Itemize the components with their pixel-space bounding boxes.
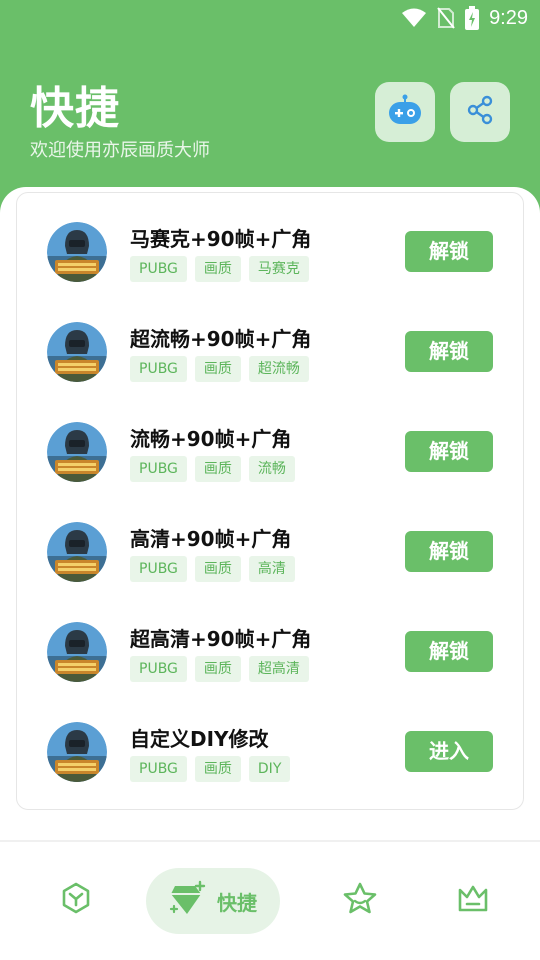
nav-home[interactable] <box>54 878 98 922</box>
tag-badge: PUBG <box>130 256 187 282</box>
tag-badge: PUBG <box>130 556 187 582</box>
game-avatar <box>47 322 107 382</box>
share-button[interactable] <box>450 82 510 142</box>
list-item: 流畅+90帧+广角 PUBG 画质 流畅 解锁 <box>17 393 525 493</box>
game-avatar <box>47 722 107 782</box>
share-icon <box>465 95 495 129</box>
tag-badge: DIY <box>248 756 291 782</box>
status-time: 9:29 <box>489 6 528 29</box>
item-tags: PUBG 画质 马赛克 <box>130 256 309 282</box>
game-avatar <box>47 522 107 582</box>
unlock-button[interactable]: 解锁 <box>405 231 493 272</box>
item-tags: PUBG 画质 超高清 <box>130 656 309 682</box>
tag-badge: 画质 <box>194 656 241 682</box>
hexagon-icon <box>59 881 93 919</box>
preset-list-card: 马赛克+90帧+广角 PUBG 画质 马赛克 解锁 超流畅+90帧+广角 PUBG 画质 超流畅… <box>16 192 524 810</box>
unlock-button[interactable]: 解锁 <box>405 531 493 572</box>
tag-badge: PUBG <box>130 756 187 782</box>
unlock-button[interactable]: 解锁 <box>405 431 493 472</box>
tag-badge: 画质 <box>194 556 241 582</box>
item-tags: PUBG 画质 超流畅 <box>130 356 309 382</box>
game-avatar <box>47 222 107 282</box>
tag-badge: 画质 <box>194 756 241 782</box>
tag-badge: 马赛克 <box>248 256 309 282</box>
tag-badge: 画质 <box>194 256 241 282</box>
header: 9:29 快捷 欢迎使用亦辰画质大师 <box>0 0 540 215</box>
tag-badge: PUBG <box>130 456 187 482</box>
nav-favorites[interactable] <box>338 878 382 922</box>
tag-badge: 画质 <box>194 356 241 382</box>
unlock-button[interactable]: 解锁 <box>405 631 493 672</box>
item-title: 自定义DIY修改 <box>130 727 269 751</box>
page-title: 快捷 <box>30 83 120 134</box>
list-item: 自定义DIY修改 PUBG 画质 DIY 进入 <box>17 693 525 793</box>
list-item: 马赛克+90帧+广角 PUBG 画质 马赛克 解锁 <box>17 193 525 293</box>
wifi-icon <box>401 8 427 28</box>
nav-quick-label: 快捷 <box>217 890 257 915</box>
tag-badge: PUBG <box>130 356 187 382</box>
item-tags: PUBG 画质 流畅 <box>130 456 295 482</box>
game-controller-icon <box>387 93 423 131</box>
bottom-nav: 快捷 <box>0 842 540 960</box>
nav-vip[interactable] <box>451 878 495 922</box>
tag-badge: 画质 <box>194 456 241 482</box>
page-subtitle: 欢迎使用亦辰画质大师 <box>30 140 210 161</box>
tag-badge: 流畅 <box>248 456 295 482</box>
tag-badge: 超高清 <box>248 656 309 682</box>
item-tags: PUBG 画质 高清 <box>130 556 295 582</box>
star-icon <box>342 881 378 919</box>
tag-badge: PUBG <box>130 656 187 682</box>
status-bar: 9:29 <box>0 0 540 36</box>
game-controller-button[interactable] <box>375 82 435 142</box>
diamond-plus-icon <box>169 880 209 922</box>
list-item: 超流畅+90帧+广角 PUBG 画质 超流畅 解锁 <box>17 293 525 393</box>
game-avatar <box>47 422 107 482</box>
item-title: 超高清+90帧+广角 <box>130 627 312 651</box>
nav-quick[interactable]: 快捷 <box>146 868 280 934</box>
no-sim-icon <box>437 7 455 29</box>
item-title: 高清+90帧+广角 <box>130 527 292 551</box>
game-avatar <box>47 622 107 682</box>
item-title: 超流畅+90帧+广角 <box>130 327 312 351</box>
unlock-button[interactable]: 解锁 <box>405 331 493 372</box>
item-tags: PUBG 画质 DIY <box>130 756 291 782</box>
tag-badge: 超流畅 <box>248 356 309 382</box>
battery-charging-icon <box>465 6 480 30</box>
item-title: 马赛克+90帧+广角 <box>130 227 312 251</box>
crown-icon <box>456 882 490 918</box>
enter-button[interactable]: 进入 <box>405 731 493 772</box>
list-item: 超高清+90帧+广角 PUBG 画质 超高清 解锁 <box>17 593 525 693</box>
list-item: 高清+90帧+广角 PUBG 画质 高清 解锁 <box>17 493 525 593</box>
tag-badge: 高清 <box>248 556 295 582</box>
item-title: 流畅+90帧+广角 <box>130 427 292 451</box>
